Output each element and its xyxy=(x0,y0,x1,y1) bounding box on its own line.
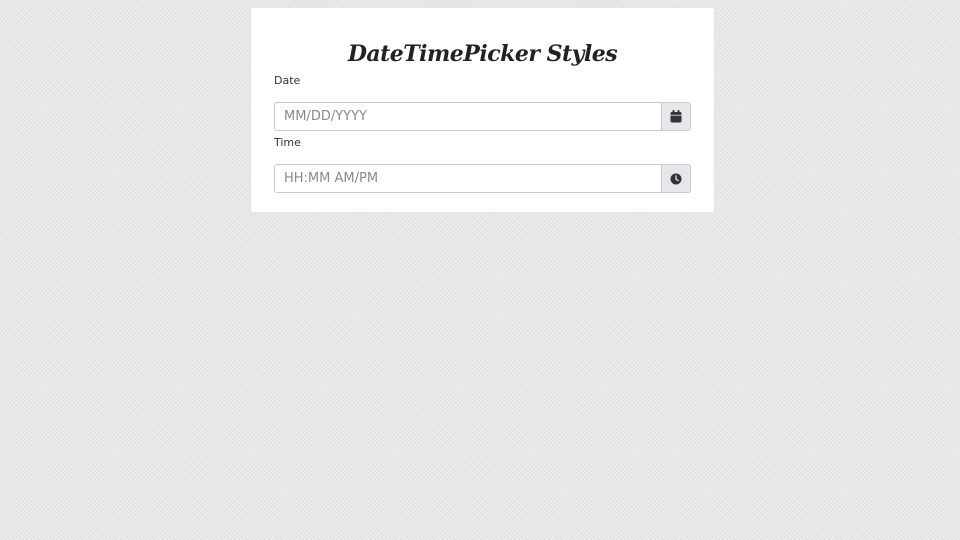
page-title: DateTimePicker Styles xyxy=(347,41,618,67)
time-picker-button[interactable] xyxy=(661,164,691,193)
date-label: Date xyxy=(274,74,301,87)
time-input-group xyxy=(274,164,691,193)
date-input[interactable] xyxy=(274,102,661,131)
time-label: Time xyxy=(274,136,301,149)
date-input-group xyxy=(274,102,691,131)
time-input[interactable] xyxy=(274,164,661,193)
date-picker-button[interactable] xyxy=(661,102,691,131)
clock-icon xyxy=(670,173,682,184)
calendar-icon xyxy=(670,110,682,123)
datetimepicker-card: DateTimePicker Styles Date Time xyxy=(251,8,714,212)
